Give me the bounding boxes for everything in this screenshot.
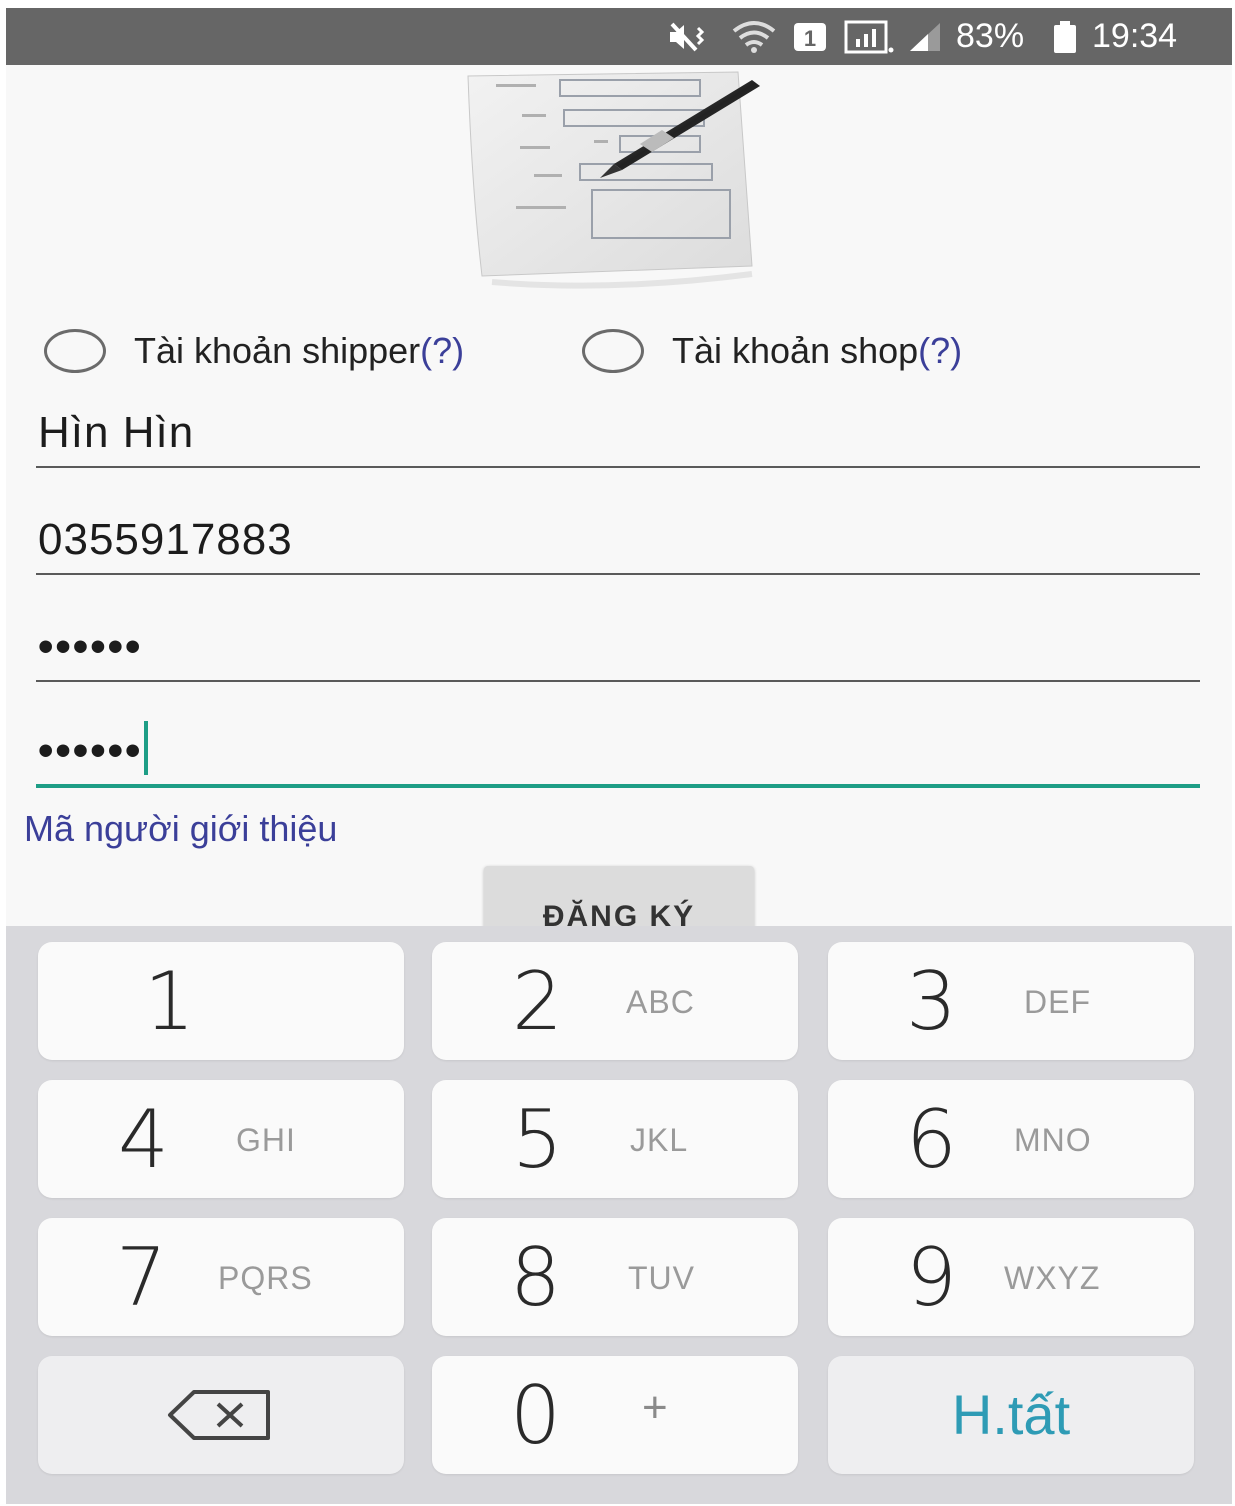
- key-0-digit: 0: [510, 1369, 561, 1462]
- form-signing-illustration: [452, 70, 802, 290]
- key-4-letters: GHI: [236, 1122, 296, 1158]
- backspace-key[interactable]: [38, 1356, 404, 1474]
- signal-chart-icon: [844, 8, 894, 65]
- key-3-digit: 3: [906, 955, 957, 1048]
- key-4[interactable]: 4 GHI: [38, 1080, 404, 1198]
- phone-value: 0355917883: [38, 515, 293, 564]
- clock: 19:34: [1092, 17, 1178, 55]
- key-0-plus: +: [642, 1383, 669, 1432]
- radio-shipper-circle[interactable]: [44, 329, 106, 373]
- password-field[interactable]: ••••••: [36, 612, 1200, 682]
- shipper-help-link[interactable]: (?): [420, 330, 464, 371]
- confirm-password-field[interactable]: ••••••: [36, 718, 1200, 788]
- name-field[interactable]: Hìn Hìn: [36, 398, 1200, 468]
- mute-vibrate-icon: [666, 8, 710, 65]
- radio-shipper-label: Tài khoản shipper: [134, 330, 421, 371]
- key-3-letters: DEF: [1024, 984, 1091, 1020]
- key-6[interactable]: 6 MNO: [828, 1080, 1194, 1198]
- wifi-icon: [730, 8, 778, 65]
- radio-shop-account[interactable]: Tài khoản shop(?): [582, 316, 962, 386]
- key-2-digit: 2: [512, 955, 563, 1048]
- numeric-keypad: 1 2 ABC 3 DEF 4 GHI 5 JKL 6 MNO 7 PQRS 8: [6, 926, 1232, 1504]
- battery-icon: [1052, 8, 1078, 65]
- key-7-digit: 7: [116, 1231, 167, 1324]
- key-9[interactable]: 9 WXYZ: [828, 1218, 1194, 1336]
- key-2[interactable]: 2 ABC: [432, 942, 798, 1060]
- key-9-letters: WXYZ: [1004, 1260, 1101, 1296]
- key-3[interactable]: 3 DEF: [828, 942, 1194, 1060]
- sim-one-icon: 1: [792, 8, 828, 65]
- key-5-letters: JKL: [630, 1122, 689, 1158]
- key-7-letters: PQRS: [218, 1260, 313, 1296]
- phone-screen: 1 83% 19:34 Tài khoản shipper(?) Tài kho…: [6, 8, 1232, 1504]
- key-9-digit: 9: [906, 1231, 957, 1324]
- key-8-digit: 8: [510, 1231, 561, 1324]
- radio-shop-circle[interactable]: [582, 329, 644, 373]
- shop-help-link[interactable]: (?): [918, 330, 962, 371]
- battery-percent: 83%: [956, 17, 1025, 55]
- key-8[interactable]: 8 TUV: [432, 1218, 798, 1336]
- backspace-icon: [168, 1390, 270, 1440]
- key-5-digit: 5: [512, 1093, 563, 1186]
- done-key[interactable]: H.tất: [828, 1356, 1194, 1474]
- cellular-signal-icon: [908, 8, 944, 65]
- confirm-password-mask: ••••••: [38, 726, 143, 775]
- radio-shipper-account[interactable]: Tài khoản shipper(?): [44, 316, 464, 386]
- phone-field[interactable]: 0355917883: [36, 505, 1200, 575]
- text-cursor: [144, 721, 149, 775]
- name-value: Hìn Hìn: [38, 408, 195, 457]
- done-key-label: H.tất: [951, 1383, 1071, 1446]
- key-8-letters: TUV: [628, 1260, 695, 1296]
- radio-shop-label: Tài khoản shop: [672, 330, 919, 371]
- key-0[interactable]: 0 +: [432, 1356, 798, 1474]
- key-6-letters: MNO: [1014, 1122, 1092, 1158]
- key-5[interactable]: 5 JKL: [432, 1080, 798, 1198]
- key-1-digit: 1: [144, 955, 195, 1048]
- key-6-digit: 6: [906, 1093, 957, 1186]
- password-mask: ••••••: [38, 622, 143, 671]
- key-1[interactable]: 1: [38, 942, 404, 1060]
- key-7[interactable]: 7 PQRS: [38, 1218, 404, 1336]
- svg-text:1: 1: [804, 26, 816, 51]
- status-bar: 1 83% 19:34: [6, 8, 1232, 65]
- key-4-digit: 4: [118, 1093, 169, 1186]
- key-2-letters: ABC: [626, 984, 695, 1020]
- referral-code-link[interactable]: Mã người giới thiệu: [24, 808, 337, 850]
